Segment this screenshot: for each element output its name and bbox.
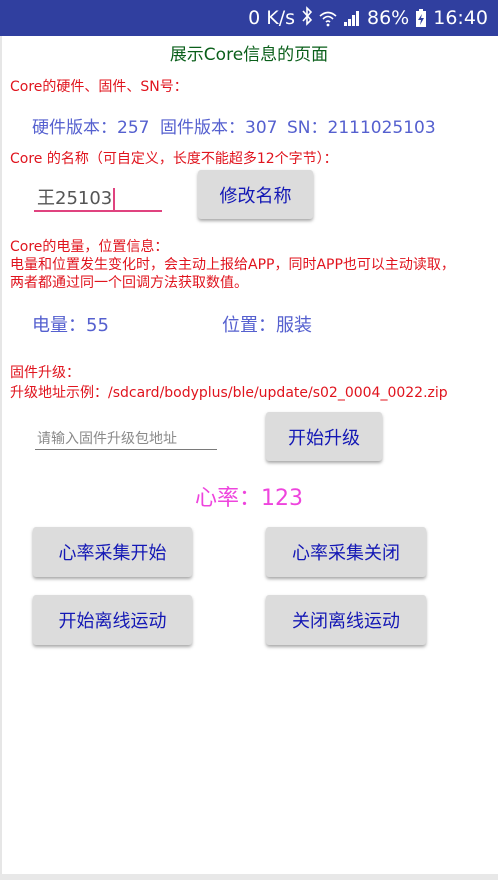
battery-charging-icon (415, 8, 427, 28)
start-upgrade-button[interactable]: 开始升级 (266, 412, 382, 461)
firmware-path-input[interactable]: 请输入固件升级包地址 (37, 428, 177, 448)
heart-rate-stop-button[interactable]: 心率采集关闭 (266, 527, 426, 577)
signal-icon (343, 9, 361, 27)
clock: 16:40 (433, 7, 488, 29)
offline-exercise-start-button[interactable]: 开始离线运动 (33, 595, 192, 645)
firmware-upgrade-label: 固件升级： (10, 365, 80, 381)
battery-section-desc-2: 两者都通过同一个回调方法获取数值。 (10, 275, 248, 291)
status-bar: 0 K/s 86% 16:40 (0, 0, 498, 36)
battery-section-desc-1: 电量和位置发生变化时，会主动上报给APP，同时APP也可以主动读取， (10, 257, 455, 273)
battery-section-label: Core的电量，位置信息： (10, 239, 169, 255)
hardware-section-label: Core的硬件、固件、SN号： (10, 79, 188, 95)
firmware-version: 固件版本：307 (160, 118, 278, 138)
serial-number: SN：2111025103 (287, 118, 436, 138)
firmware-upgrade-example: 升级地址示例：/sdcard/bodyplus/ble/update/s02_0… (10, 385, 448, 401)
battery-percent: 86% (367, 7, 410, 29)
offline-exercise-stop-button[interactable]: 关闭离线运动 (266, 595, 426, 645)
battery-level: 电量：55 (32, 315, 109, 336)
name-section-label: Core 的名称（可自定义，长度不能超多12个字节）： (10, 151, 338, 167)
text-cursor (113, 188, 116, 210)
network-speed: 0 K/s (248, 7, 295, 29)
bluetooth-icon (301, 5, 313, 31)
wifi-icon (319, 9, 337, 27)
left-edge (0, 36, 2, 874)
bottom-edge (0, 874, 498, 880)
heart-rate-value: 心率：123 (195, 486, 303, 511)
page-title: 展示Core信息的页面 (169, 45, 329, 65)
firmware-path-underline (35, 449, 217, 450)
name-input-value: 王25103 (37, 188, 113, 209)
rename-button[interactable]: 修改名称 (198, 170, 313, 219)
device-position: 位置：服装 (222, 315, 312, 336)
name-input-underline (34, 210, 162, 212)
name-input[interactable]: 王25103 (37, 184, 116, 210)
hardware-version: 硬件版本：257 (32, 118, 150, 138)
heart-rate-start-button[interactable]: 心率采集开始 (33, 527, 192, 577)
